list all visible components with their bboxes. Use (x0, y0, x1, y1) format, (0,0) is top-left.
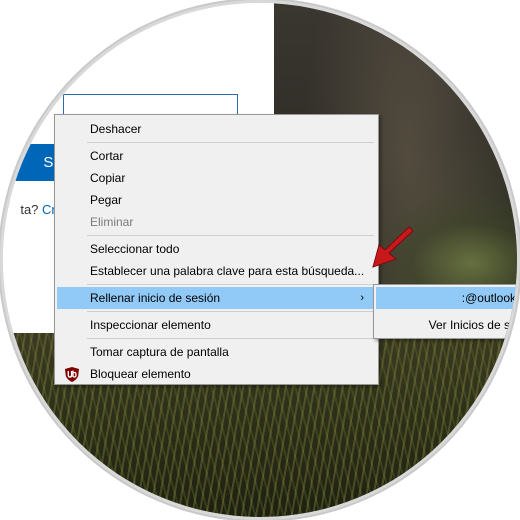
menu-item-cortar[interactable]: Cortar (57, 145, 376, 167)
menu-item-establecer-palabra-clave[interactable]: Establecer una palabra clave para esta b… (57, 260, 376, 282)
menu-separator (87, 235, 374, 236)
menu-item-pegar[interactable]: Pegar (57, 189, 376, 211)
submenu-item-label: Ver Inicios de sesió (428, 318, 517, 332)
ublock-icon (65, 367, 79, 382)
menu-item-label: Copiar (90, 171, 126, 185)
menu-item-bloquear-elemento[interactable]: Bloquear elemento (57, 363, 376, 385)
chevron-right-icon: › (360, 292, 364, 304)
menu-item-rellenar-inicio-sesion[interactable]: Rellenar inicio de sesión › (57, 287, 376, 309)
menu-item-label: Tomar captura de pantalla (90, 345, 229, 359)
menu-item-label: Deshacer (90, 122, 142, 136)
menu-item-label: Eliminar (90, 215, 134, 229)
context-menu: Deshacer Cortar Copiar Pegar Eliminar Se… (54, 114, 379, 385)
magnifier-lens: Sig ta? Cre Deshacer Cortar Copiar Pegar… (3, 3, 517, 517)
menu-item-label: Pegar (90, 193, 123, 207)
menu-separator (87, 311, 374, 312)
menu-item-eliminar: Eliminar (57, 211, 376, 233)
login-submenu: :@outlook.co Ver Inicios de sesió (373, 284, 517, 339)
menu-item-inspeccionar-elemento[interactable]: Inspeccionar elemento (57, 314, 376, 336)
submenu-item-label: :@outlook.co (461, 291, 517, 305)
menu-separator (87, 284, 374, 285)
menu-item-copiar[interactable]: Copiar (57, 167, 376, 189)
annotation-arrow-icon (372, 226, 414, 268)
account-prompt-text: ta? (20, 202, 39, 217)
menu-item-label: Seleccionar todo (90, 242, 180, 256)
menu-item-label: Bloquear elemento (90, 367, 191, 381)
menu-separator (87, 338, 374, 339)
menu-item-label: Establecer una palabra clave para esta b… (90, 264, 365, 278)
menu-separator (87, 142, 374, 143)
menu-item-label: Cortar (90, 149, 124, 163)
menu-item-label: Rellenar inicio de sesión (90, 291, 221, 305)
menu-item-seleccionar-todo[interactable]: Seleccionar todo (57, 238, 376, 260)
submenu-item-saved-login[interactable]: :@outlook.co (376, 287, 517, 309)
menu-item-label: Inspeccionar elemento (90, 318, 211, 332)
menu-item-tomar-captura[interactable]: Tomar captura de pantalla (57, 341, 376, 363)
submenu-item-view-logins[interactable]: Ver Inicios de sesió (376, 314, 517, 336)
menu-item-deshacer[interactable]: Deshacer (57, 118, 376, 140)
